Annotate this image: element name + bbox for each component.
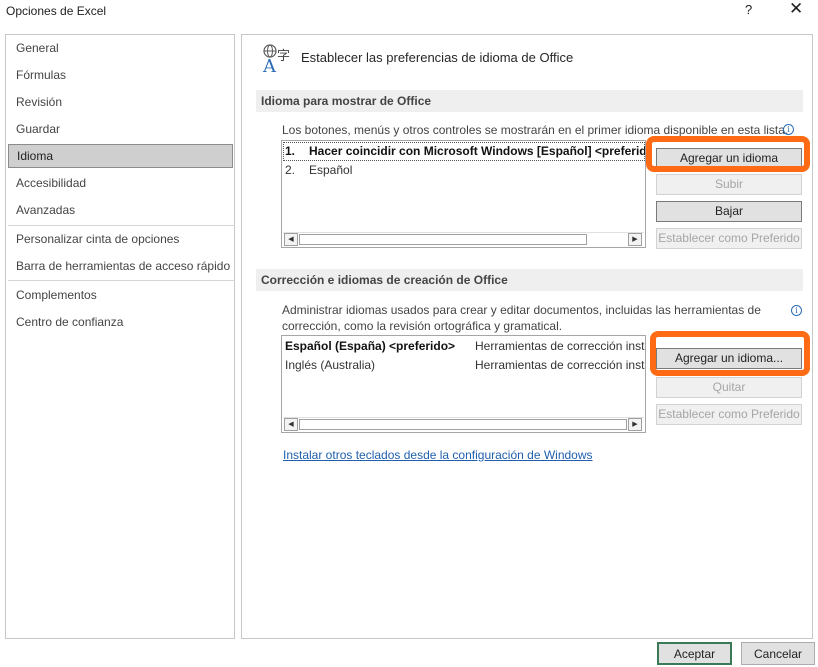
scroll-left-icon[interactable]: ◀ — [284, 233, 298, 246]
info-icon[interactable]: i — [783, 124, 794, 135]
sidebar-divider — [8, 280, 234, 281]
sidebar-divider — [8, 225, 234, 226]
remove-language-button[interactable]: Quitar — [656, 377, 802, 398]
authoring-language-list[interactable]: Español (España) <preferido> Herramienta… — [281, 335, 646, 433]
sidebar-item-formulas[interactable]: Fórmulas — [6, 63, 234, 87]
sidebar-item-complementos[interactable]: Complementos — [6, 283, 234, 307]
horizontal-scrollbar[interactable]: ◀ ▶ — [283, 232, 644, 246]
authoring-description-line1: Administrar idiomas usados para crear y … — [282, 303, 761, 317]
scrollbar-thumb[interactable] — [299, 234, 587, 245]
sidebar-item-guardar[interactable]: Guardar — [6, 117, 234, 141]
set-preferred-authoring-button[interactable]: Establecer como Preferido — [656, 404, 802, 425]
set-preferred-display-button[interactable]: Establecer como Preferido — [656, 228, 802, 249]
install-keyboards-link[interactable]: Instalar otros teclados desde la configu… — [283, 448, 593, 462]
authoring-description-line2: corrección, como la revisión ortográfica… — [282, 319, 563, 333]
add-authoring-language-button[interactable]: Agregar un idioma... — [656, 348, 802, 369]
list-item[interactable]: 1. Hacer coincidir con Microsoft Windows… — [283, 142, 645, 161]
sidebar-item-avanzadas[interactable]: Avanzadas — [6, 198, 234, 222]
window-title: Opciones de Excel — [6, 4, 107, 18]
info-icon[interactable]: i — [791, 305, 802, 316]
language-icon: A 字 — [262, 44, 290, 73]
help-icon[interactable]: ? — [745, 2, 752, 17]
svg-text:A: A — [262, 56, 277, 73]
list-item[interactable]: Español (España) <preferido> Herramienta… — [283, 337, 645, 356]
sidebar-item-accesibilidad[interactable]: Accesibilidad — [6, 171, 234, 195]
scroll-left-icon[interactable]: ◀ — [284, 418, 298, 431]
sidebar-item-centro-confianza[interactable]: Centro de confianza — [6, 310, 234, 334]
svg-text:字: 字 — [277, 49, 290, 64]
cancel-button[interactable]: Cancelar — [741, 642, 815, 665]
display-language-list[interactable]: 1. Hacer coincidir con Microsoft Windows… — [281, 140, 646, 248]
sidebar-item-revision[interactable]: Revisión — [6, 90, 234, 114]
sidebar-item-personalizar-cinta[interactable]: Personalizar cinta de opciones — [6, 227, 234, 251]
sidebar: General Fórmulas Revisión Guardar Idioma… — [5, 34, 235, 639]
horizontal-scrollbar[interactable]: ◀ ▶ — [283, 417, 644, 431]
close-icon[interactable]: ✕ — [789, 0, 803, 19]
section-heading-authoring-language: Corrección e idiomas de creación de Offi… — [256, 269, 803, 291]
sidebar-item-barra-acceso-rapido[interactable]: Barra de herramientas de acceso rápido — [6, 254, 234, 278]
display-language-description: Los botones, menús y otros controles se … — [282, 123, 789, 137]
list-item[interactable]: 2. Español — [283, 161, 645, 180]
scroll-right-icon[interactable]: ▶ — [628, 418, 642, 431]
page-title: Establecer las preferencias de idioma de… — [301, 50, 574, 65]
section-heading-display-language: Idioma para mostrar de Office — [256, 90, 803, 112]
list-item[interactable]: Inglés (Australia) Herramientas de corre… — [283, 356, 645, 375]
sidebar-item-general[interactable]: General — [6, 36, 234, 60]
move-down-button[interactable]: Bajar — [656, 201, 802, 222]
title-bar: Opciones de Excel ? ✕ — [0, 0, 818, 24]
main-panel: A 字 Establecer las preferencias de idiom… — [241, 34, 813, 639]
scrollbar-thumb[interactable] — [299, 419, 627, 430]
ok-button[interactable]: Aceptar — [657, 642, 732, 665]
add-display-language-button[interactable]: Agregar un idioma — [656, 148, 802, 169]
sidebar-item-idioma[interactable]: Idioma — [8, 144, 233, 168]
move-up-button[interactable]: Subir — [656, 174, 802, 195]
scroll-right-icon[interactable]: ▶ — [628, 233, 642, 246]
